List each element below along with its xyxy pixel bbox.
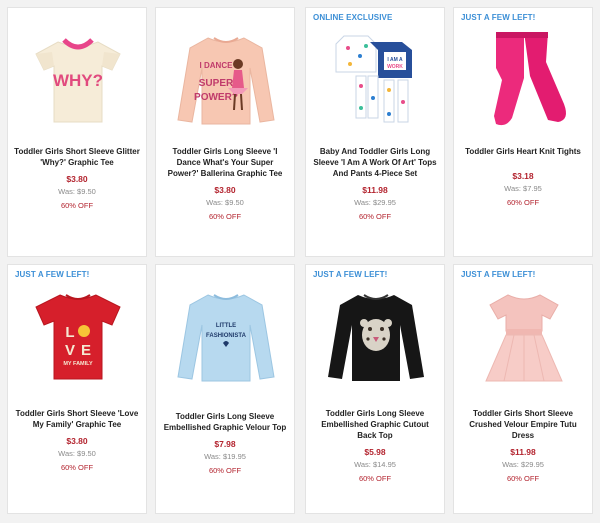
product-badge: JUST A FEW LEFT! xyxy=(15,270,90,279)
product-card[interactable]: JUST A FEW LEFT! Toddler Girls Short Sle… xyxy=(453,264,593,514)
svg-text:I AM A: I AM A xyxy=(387,57,403,63)
svg-text:LITTLE: LITTLE xyxy=(216,323,236,329)
product-was-price: Was: $19.95 xyxy=(204,452,246,461)
svg-text:WORK: WORK xyxy=(387,64,403,70)
product-card[interactable]: JUST A FEW LEFT! Toddler Girls Long Slee… xyxy=(305,264,445,514)
product-discount: 60% OFF xyxy=(506,198,540,207)
svg-text:L: L xyxy=(65,324,74,341)
product-title[interactable]: Toddler Girls Short Sleeve Glitter 'Why?… xyxy=(14,146,140,168)
product-discount: 60% OFF xyxy=(208,212,242,221)
product-card[interactable]: ONLINE EXCLUSIVE I AM A WORK Baby And To… xyxy=(305,7,445,257)
product-was-price: Was: $14.95 xyxy=(354,460,396,469)
product-card[interactable]: JUST A FEW LEFT! L V E MY FAMILY Toddler… xyxy=(7,264,147,514)
product-price: $11.98 xyxy=(510,447,536,457)
product-discount: 60% OFF xyxy=(60,463,94,472)
product-price: $3.80 xyxy=(214,185,236,195)
svg-text:I DANCE: I DANCE xyxy=(200,61,234,70)
svg-text:POWER?: POWER? xyxy=(194,92,238,103)
product-price: $3.80 xyxy=(66,436,88,446)
product-price: $11.98 xyxy=(362,185,388,195)
product-title[interactable]: Toddler Girls Long Sleeve Embellished Gr… xyxy=(162,411,288,433)
product-grid: WHY? Toddler Girls Short Sleeve Glitter … xyxy=(0,0,600,523)
product-discount: 60% OFF xyxy=(208,466,242,475)
product-discount: 60% OFF xyxy=(60,201,94,210)
product-was-price: Was: $9.50 xyxy=(206,198,244,207)
product-card[interactable]: JUST A FEW LEFT! Toddler Girls Heart Kni… xyxy=(453,7,593,257)
product-discount: 60% OFF xyxy=(358,474,392,483)
product-was-price: Was: $9.50 xyxy=(58,187,96,196)
product-price: $7.98 xyxy=(214,439,236,449)
product-was-price: Was: $29.95 xyxy=(502,460,544,469)
product-title[interactable]: Toddler Girls Long Sleeve Embellished Gr… xyxy=(312,408,438,441)
product-badge: ONLINE EXCLUSIVE xyxy=(313,13,393,22)
svg-text:WHY?: WHY? xyxy=(53,71,103,90)
product-image[interactable]: I AM A WORK xyxy=(326,28,426,128)
product-image[interactable]: L V E MY FAMILY xyxy=(28,285,128,385)
product-price: $5.98 xyxy=(364,447,386,457)
svg-text:V: V xyxy=(65,342,75,359)
product-price: $3.80 xyxy=(66,174,88,184)
product-was-price: Was: $7.95 xyxy=(504,184,542,193)
svg-text:E: E xyxy=(81,342,91,359)
product-image[interactable]: WHY? xyxy=(28,28,128,128)
product-title[interactable]: Toddler Girls Short Sleeve 'Love My Fami… xyxy=(14,408,140,430)
product-image[interactable]: LITTLE FASHIONISTA xyxy=(176,285,276,385)
svg-text:MY FAMILY: MY FAMILY xyxy=(63,361,93,367)
svg-text:FASHIONISTA: FASHIONISTA xyxy=(206,333,247,339)
product-was-price: Was: $9.50 xyxy=(58,449,96,458)
product-image[interactable] xyxy=(474,28,574,128)
product-card[interactable]: WHY? Toddler Girls Short Sleeve Glitter … xyxy=(7,7,147,257)
product-badge: JUST A FEW LEFT! xyxy=(461,13,536,22)
product-title[interactable]: Toddler Girls Heart Knit Tights xyxy=(460,146,586,157)
product-was-price: Was: $29.95 xyxy=(354,198,396,207)
product-card[interactable]: LITTLE FASHIONISTA Toddler Girls Long Sl… xyxy=(155,264,295,514)
product-title[interactable]: Toddler Girls Long Sleeve 'I Dance What'… xyxy=(162,146,288,179)
product-badge: JUST A FEW LEFT! xyxy=(313,270,388,279)
product-price: $3.18 xyxy=(512,171,534,181)
product-discount: 60% OFF xyxy=(358,212,392,221)
product-discount: 60% OFF xyxy=(506,474,540,483)
product-title[interactable]: Toddler Girls Short Sleeve Crushed Velou… xyxy=(460,408,586,441)
svg-text:SUPER: SUPER xyxy=(199,78,234,89)
product-card[interactable]: I DANCE SUPER POWER? Toddler Girls Long … xyxy=(155,7,295,257)
product-image[interactable]: I DANCE SUPER POWER? xyxy=(176,28,276,128)
product-badge: JUST A FEW LEFT! xyxy=(461,270,536,279)
product-title[interactable]: Baby And Toddler Girls Long Sleeve 'I Am… xyxy=(312,146,438,179)
product-image[interactable] xyxy=(326,285,426,385)
product-image[interactable] xyxy=(474,285,574,385)
